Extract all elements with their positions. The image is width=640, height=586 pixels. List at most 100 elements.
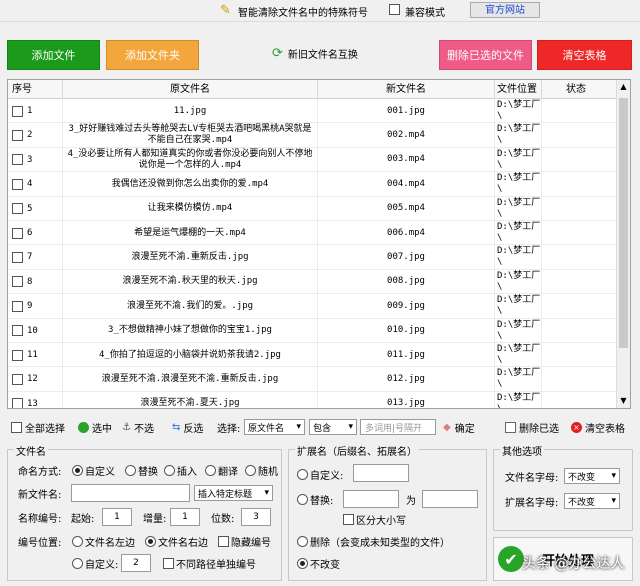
diff-path-checkbox[interactable]: 不同路径单独编号 xyxy=(163,554,256,572)
row-location: D:\梦工厂\ xyxy=(497,123,542,148)
mode-replace-radio[interactable]: 替换 xyxy=(125,461,158,479)
table-row[interactable]: 4 我偶信还没微到你怎么出卖你的爱.mp4 004.mp4 D:\梦工厂\ xyxy=(8,172,630,197)
ext-replace-from-input[interactable] xyxy=(343,490,399,508)
selection-toolbar: 全部选择 选中 ⚓不选 ⇆反选 选择: 原文件名 包含 多词用|号隔开 ◆确定 … xyxy=(7,414,631,438)
confirm-button[interactable]: ◆ 确定 xyxy=(443,419,475,435)
custom-pos-input[interactable]: 2 xyxy=(121,554,151,572)
mode-custom-radio[interactable]: 自定义 xyxy=(72,461,115,479)
case-sensitive-checkbox[interactable]: 区分大小写 xyxy=(343,510,406,528)
table-row[interactable]: 13 浪漫至死不渝.夏天.jpg 013.jpg D:\梦工厂\ xyxy=(8,391,630,408)
table-row[interactable]: 12 浪漫至死不渝.浪漫至死不渝.重新反击.jpg 012.jpg D:\梦工厂\ xyxy=(8,367,630,392)
table-scrollbar[interactable]: ▲ ▼ xyxy=(616,80,630,408)
ext-delete-radio[interactable]: 删除（会变成未知类型的文件） xyxy=(297,532,450,550)
ext-replace-radio[interactable]: 替换: xyxy=(297,490,333,508)
insert-special-select[interactable]: 插入特定标题 xyxy=(194,485,273,501)
row-checkbox[interactable] xyxy=(12,373,23,385)
extension-panel-title: 扩展名（后缀名、拓展名） xyxy=(295,443,419,458)
select-button[interactable]: 选中 xyxy=(78,419,112,435)
row-index[interactable]: 8 xyxy=(8,269,63,294)
col-status: 状态 xyxy=(542,80,618,99)
add-folder-button[interactable]: 添加文件夹 xyxy=(106,40,199,70)
ext-custom-input[interactable] xyxy=(353,464,409,482)
step-input[interactable]: 1 xyxy=(170,508,200,526)
new-name-input[interactable] xyxy=(71,484,190,502)
ext-replace-to-input[interactable] xyxy=(422,490,478,508)
row-checkbox[interactable] xyxy=(12,129,23,141)
row-checkbox[interactable] xyxy=(12,227,23,239)
scroll-down-icon[interactable]: ▼ xyxy=(617,394,630,408)
table-row[interactable]: 10 3_不想做精神小妹了想做你的宝宝1.jpg 010.jpg D:\梦工厂\ xyxy=(8,318,630,343)
row-checkbox[interactable] xyxy=(12,251,23,263)
row-checkbox[interactable] xyxy=(12,300,23,312)
row-index[interactable]: 5 xyxy=(8,196,63,221)
table-row[interactable]: 2 3_好好赚钱难过去头等舱哭去LV专柜哭去酒吧喝黑桃A哭就是不能自己在家哭.mp… xyxy=(8,123,630,148)
clear-table-small-button[interactable]: × 清空表格 xyxy=(571,419,625,435)
table-row[interactable]: 7 浪漫至死不渝.重新反击.jpg 007.jpg D:\梦工厂\ xyxy=(8,245,630,270)
ext-case-select[interactable]: 不改变 xyxy=(564,493,620,509)
invert-button[interactable]: ⇆ 反选 xyxy=(172,419,203,435)
scroll-thumb[interactable] xyxy=(619,98,628,348)
website-button[interactable]: 官方网站 xyxy=(470,2,540,18)
row-index[interactable]: 4 xyxy=(8,172,63,197)
unselect-button[interactable]: ⚓ 不选 xyxy=(122,419,154,435)
filename-case-select[interactable]: 不改变 xyxy=(564,468,620,484)
digits-input[interactable]: 3 xyxy=(241,508,271,526)
row-checkbox[interactable] xyxy=(12,154,23,166)
hide-number-checkbox[interactable]: 隐藏编号 xyxy=(218,532,271,550)
row-index[interactable]: 12 xyxy=(8,367,63,392)
row-checkbox[interactable] xyxy=(12,325,23,337)
row-new-name: 012.jpg xyxy=(318,367,495,392)
row-status xyxy=(542,367,618,392)
table-row[interactable]: 9 浪漫至死不渝.我们的爱。.jpg 009.jpg D:\梦工厂\ xyxy=(8,294,630,319)
pos-right-radio[interactable]: 文件名右边 xyxy=(145,532,208,550)
row-index[interactable]: 6 xyxy=(8,221,63,245)
row-index[interactable]: 9 xyxy=(8,294,63,319)
filter-input[interactable]: 多词用|号隔开 xyxy=(360,419,436,435)
pos-left-radio[interactable]: 文件名左边 xyxy=(72,532,135,550)
table-row[interactable]: 8 浪漫至死不渝.秋天里的秋天.jpg 008.jpg D:\梦工厂\ xyxy=(8,269,630,295)
row-index[interactable]: 1 xyxy=(8,99,63,123)
clear-table-button[interactable]: 清空表格 xyxy=(537,40,632,70)
row-status xyxy=(542,245,618,270)
table-row[interactable]: 1 11.jpg 001.jpg D:\梦工厂\ xyxy=(8,99,630,124)
scroll-up-icon[interactable]: ▲ xyxy=(617,80,630,94)
table-row[interactable]: 6 希望是运气爆棚的一天.mp4 006.mp4 D:\梦工厂\ xyxy=(8,221,630,246)
row-checkbox[interactable] xyxy=(12,349,23,361)
start-input[interactable]: 1 xyxy=(102,508,132,526)
ext-nochange-radio[interactable]: 不改变 xyxy=(297,554,340,572)
row-index[interactable]: 13 xyxy=(8,391,63,408)
table-row[interactable]: 5 让我来模仿模仿.mp4 005.mp4 D:\梦工厂\ xyxy=(8,196,630,221)
mode-insert-radio[interactable]: 插入 xyxy=(164,461,197,479)
pos-custom-radio[interactable]: 自定义: xyxy=(72,554,118,572)
add-file-button[interactable]: 添加文件 xyxy=(7,40,100,70)
row-checkbox[interactable] xyxy=(12,105,23,117)
replace-to-label: 为 xyxy=(406,495,416,507)
ext-case-label: 扩展名字母: xyxy=(505,497,559,509)
row-index[interactable]: 11 xyxy=(8,343,63,367)
table-row[interactable]: 3 4_没必要让所有人都知道真实的你或者你没必要向别人不停地说你是一个怎样的人.m… xyxy=(8,147,630,173)
compat-mode-checkbox[interactable] xyxy=(389,4,400,16)
delete-selected-button[interactable]: 删除已选 xyxy=(505,419,559,435)
swap-names-button[interactable]: ⟳ 新旧文件名互换 xyxy=(272,46,358,61)
row-index[interactable]: 3 xyxy=(8,147,63,172)
row-index[interactable]: 7 xyxy=(8,245,63,270)
mode-translate-radio[interactable]: 翻译 xyxy=(205,461,238,479)
select-all-checkbox[interactable]: 全部选择 xyxy=(11,419,65,435)
match-select[interactable]: 包含 xyxy=(309,419,357,435)
table-row[interactable]: 11 4_你拍了拍逗逗的小脑袋并说奶茶我请2.jpg 011.jpg D:\梦工厂\ xyxy=(8,343,630,368)
delete-selected-files-button[interactable]: 删除已选的文件 xyxy=(439,40,532,70)
row-status xyxy=(542,147,618,172)
row-original-name: 4_你拍了拍逗逗的小脑袋并说奶茶我请2.jpg xyxy=(63,343,318,367)
check-circle-icon xyxy=(78,421,89,433)
row-index[interactable]: 2 xyxy=(8,123,63,148)
row-original-name: 浪漫至死不渝.秋天里的秋天.jpg xyxy=(63,269,318,294)
field-select[interactable]: 原文件名 xyxy=(244,419,305,435)
row-checkbox[interactable] xyxy=(12,178,23,190)
row-index[interactable]: 10 xyxy=(8,318,63,343)
row-checkbox[interactable] xyxy=(12,276,23,288)
check-circle-large-icon: ✔ xyxy=(498,546,524,572)
row-checkbox[interactable] xyxy=(12,203,23,215)
ext-custom-radio[interactable]: 自定义: xyxy=(297,465,343,483)
row-checkbox[interactable] xyxy=(12,398,23,408)
mode-random-radio[interactable]: 随机 xyxy=(245,461,278,479)
